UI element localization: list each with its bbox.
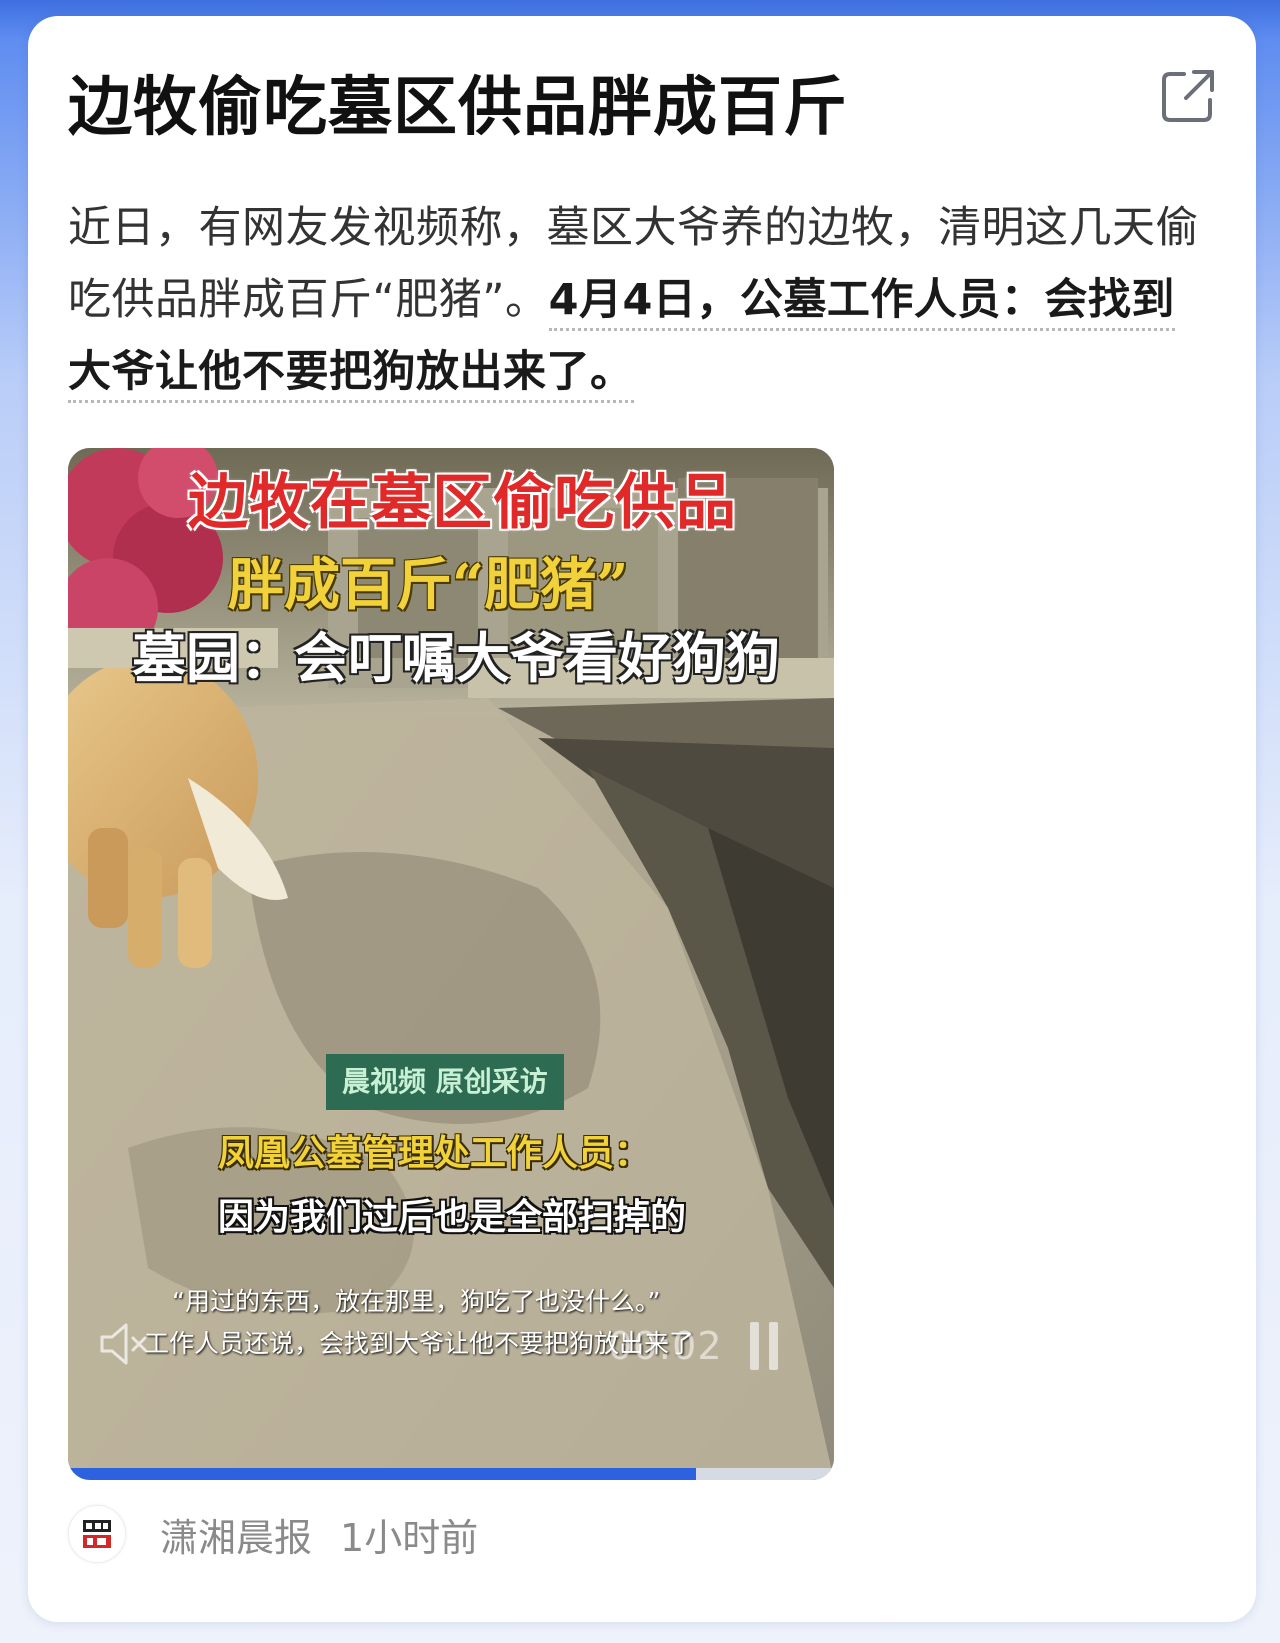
article-title[interactable]: 边牧偷吃墓区供品胖成百斤 [68, 68, 1068, 148]
speaker-muted-icon [100, 1323, 147, 1365]
article-summary: 近日，有网友发视频称，墓区大爷养的边牧，清明这几天偷吃供品胖成百斤“肥猪”。4月… [68, 192, 1218, 408]
share-external-icon [1162, 70, 1214, 122]
news-card[interactable]: 边牧偷吃墓区供品胖成百斤 近日，有网友发视频称，墓区大爷养的边牧，清明这几天偷吃… [28, 16, 1256, 1622]
video-caption-statement: 墓园：会叮嘱大爷看好狗狗 [132, 626, 780, 690]
video-subtitle-line-1: “用过的东西，放在那里，狗吃了也没什么。” [172, 1287, 661, 1316]
video-speaker-label: 凤凰公墓管理处工作人员： [218, 1132, 651, 1174]
source-logo-image [83, 1520, 111, 1548]
video-speaker-quote: 因为我们过后也是全部扫掉的 [218, 1196, 687, 1238]
video-source-badge: 晨视频 原创采访 [326, 1054, 564, 1110]
video-caption-headline: 边牧在墓区偷吃供品 [188, 468, 737, 538]
video-player[interactable]: 边牧在墓区偷吃供品 胖成百斤“肥猪” 墓园：会叮嘱大爷看好狗狗 晨视频 原创采访… [68, 448, 834, 1480]
share-button[interactable] [1156, 64, 1220, 128]
mute-button[interactable] [96, 1318, 148, 1370]
pause-button[interactable] [744, 1318, 784, 1374]
source-name[interactable]: 潇湘晨报 [160, 1507, 312, 1562]
article-footer: 潇湘晨报 1小时前 [68, 1504, 478, 1564]
pause-icon [750, 1322, 778, 1370]
source-logo[interactable] [68, 1505, 126, 1563]
video-caption-sub: 胖成百斤“肥猪” [228, 552, 629, 618]
video-progress-bar[interactable] [68, 1468, 834, 1480]
publish-time: 1小时前 [340, 1515, 479, 1560]
video-progress-fill [68, 1468, 697, 1480]
video-time: 00:02 [608, 1324, 723, 1368]
